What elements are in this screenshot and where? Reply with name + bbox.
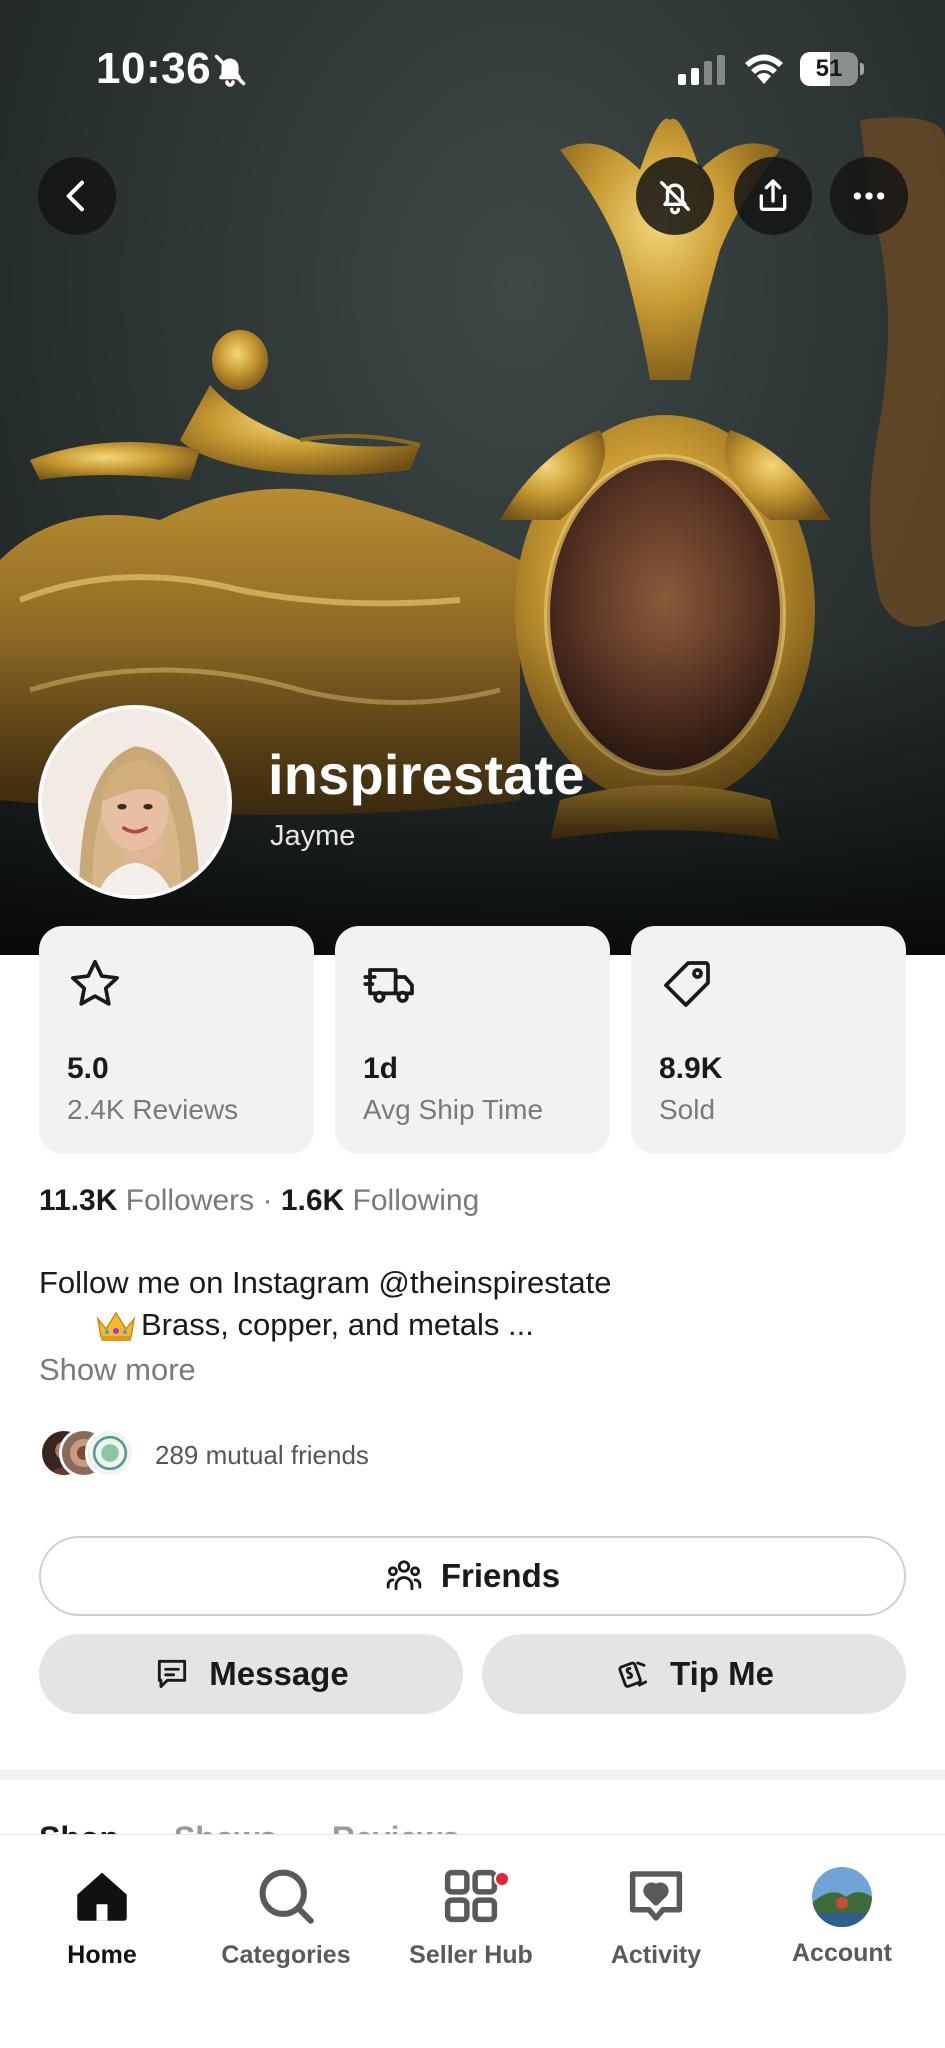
friends-icon [386, 1560, 422, 1591]
tab-seller-hub-label: Seller Hub [409, 1941, 533, 1969]
profile-username: inspirestate [268, 743, 585, 806]
tab-activity-label: Activity [610, 1941, 702, 1969]
ship-time-value: 1d [363, 1052, 399, 1085]
section-divider [0, 1770, 945, 1780]
profile-photo [42, 709, 228, 895]
status-time: 10:36 [96, 44, 212, 93]
profile-display-name: Jayme [270, 820, 356, 852]
share-button[interactable] [734, 157, 812, 235]
battery-percentage: 51 [815, 55, 843, 82]
truck-icon [363, 968, 414, 1003]
friends-button-label: Friends [440, 1557, 561, 1594]
account-avatar [812, 1867, 872, 1927]
sold-label: Sold [659, 1094, 716, 1125]
tab-account[interactable]: Account [752, 1853, 932, 1983]
show-more-link[interactable]: Show more [39, 1352, 196, 1388]
status-bar: 10:36 51 [0, 0, 945, 140]
following-link[interactable]: 1.6K Following [281, 1184, 479, 1217]
mutual-friends[interactable]: 289 mutual friends [39, 1428, 639, 1480]
tip-icon [618, 1661, 648, 1688]
profile-avatar[interactable] [38, 705, 232, 899]
grid-icon [444, 1869, 498, 1923]
tab-seller-hub[interactable]: Seller Hub [381, 1853, 561, 1983]
more-options-button[interactable] [830, 157, 908, 235]
cover-photo: 10:36 51 inspirestate Jayme [0, 0, 945, 955]
mutual-friend-avatar [85, 1428, 135, 1478]
tab-account-label: Account [792, 1939, 892, 1967]
cellular-signal-icon [678, 55, 725, 85]
message-button-label: Message [209, 1655, 349, 1692]
tip-me-button-label: Tip Me [670, 1655, 774, 1692]
sold-stat-card[interactable]: 8.9K Sold [631, 926, 906, 1154]
followers-count: 11.3K [39, 1184, 118, 1217]
bottom-tab-bar: Home Categories Seller Hub Activity Acco… [0, 1834, 945, 2048]
silent-mode-icon [214, 54, 246, 87]
heart-message-icon [629, 1871, 683, 1921]
notification-badge [494, 1871, 510, 1887]
follow-separator: · [262, 1184, 273, 1217]
message-button[interactable]: Message [39, 1634, 463, 1714]
following-count: 1.6K [280, 1184, 345, 1217]
followers-link[interactable]: 11.3K Followers [39, 1184, 254, 1217]
tab-categories-label: Categories [221, 1941, 351, 1969]
message-icon [158, 1659, 187, 1689]
search-icon [259, 1869, 314, 1924]
friends-button[interactable]: Friends [39, 1536, 906, 1616]
more-horizontal-icon [853, 192, 885, 200]
followers-label: Followers [125, 1184, 255, 1217]
tab-categories[interactable]: Categories [196, 1853, 376, 1983]
tip-me-button[interactable]: Tip Me [482, 1634, 906, 1714]
tab-activity[interactable]: Activity [566, 1853, 746, 1983]
following-label: Following [352, 1184, 480, 1217]
crown-emoji-icon [96, 1311, 136, 1341]
share-icon [759, 179, 787, 211]
rating-value: 5.0 [67, 1052, 109, 1085]
reviews-stat-card[interactable]: 5.0 2.4K Reviews [39, 926, 314, 1154]
tag-icon [664, 961, 710, 1007]
wifi-icon [745, 54, 783, 84]
mute-notifications-button[interactable] [636, 157, 714, 235]
home-icon [77, 1872, 127, 1921]
profile-bio: Follow me on Instagram @theinspirestate … [39, 1262, 899, 1346]
mutual-friends-count: 289 mutual friends [155, 1440, 369, 1470]
bio-line-2: Brass, copper, and metals ... [141, 1307, 534, 1342]
star-icon [70, 959, 120, 1006]
ship-time-label: Avg Ship Time [363, 1094, 544, 1125]
reviews-count: 2.4K Reviews [67, 1094, 239, 1125]
follow-counts: 11.3K Followers · 1.6K Following [39, 1184, 479, 1218]
bio-line-1: Follow me on Instagram @theinspirestate [39, 1265, 612, 1300]
sold-value: 8.9K [659, 1052, 723, 1085]
tab-home-label: Home [67, 1941, 137, 1969]
bell-off-icon [660, 181, 690, 215]
tab-home[interactable]: Home [12, 1853, 192, 1983]
back-button[interactable] [38, 157, 116, 235]
ship-time-stat-card[interactable]: 1d Avg Ship Time [335, 926, 610, 1154]
battery-indicator: 51 [800, 52, 864, 86]
chevron-left-icon [66, 180, 84, 212]
